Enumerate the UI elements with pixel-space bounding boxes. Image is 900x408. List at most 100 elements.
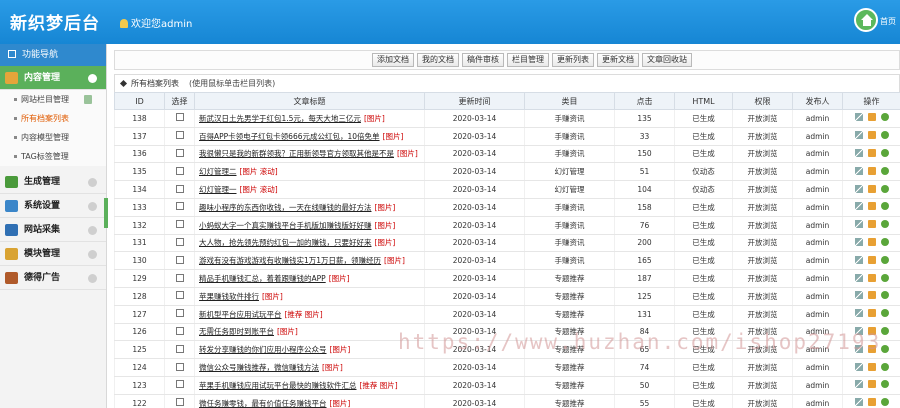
cell-category[interactable]: 手赚资讯: [524, 234, 615, 253]
toolbar-button[interactable]: 更新文档: [597, 53, 639, 67]
toolbar-button[interactable]: 更新列表: [552, 53, 594, 67]
cell-category[interactable]: 专题推荐: [524, 394, 615, 408]
cell-category[interactable]: 手赚资讯: [524, 109, 615, 128]
view-icon[interactable]: [880, 113, 889, 122]
row-checkbox[interactable]: [175, 326, 184, 335]
view-icon[interactable]: [880, 362, 889, 371]
article-title-link[interactable]: 游戏有没有游戏游戏有收赚钱实1万1万日薪，领赚经历: [199, 256, 381, 265]
row-checkbox[interactable]: [175, 255, 184, 264]
article-title-link[interactable]: 新武汉日土先男学于红包1.5元，每天大地三亿元: [199, 114, 361, 123]
edit-icon[interactable]: [867, 291, 876, 300]
row-checkbox[interactable]: [175, 309, 184, 318]
add-column-icon[interactable]: [84, 95, 92, 104]
view-icon[interactable]: [880, 202, 889, 211]
row-checkbox[interactable]: [175, 131, 184, 140]
sidebar-subitem[interactable]: 网站栏目管理: [0, 90, 106, 109]
property-icon[interactable]: [854, 166, 863, 175]
view-icon[interactable]: [880, 309, 889, 318]
edit-icon[interactable]: [867, 148, 876, 157]
property-icon[interactable]: [854, 326, 863, 335]
article-title-link[interactable]: 微信公众号赚钱推荐，微信赚钱方法: [199, 363, 319, 372]
view-icon[interactable]: [880, 220, 889, 229]
toolbar-button[interactable]: 稿件审核: [462, 53, 504, 67]
edit-icon[interactable]: [867, 326, 876, 335]
property-icon[interactable]: [854, 255, 863, 264]
edit-icon[interactable]: [867, 202, 876, 211]
row-checkbox[interactable]: [175, 184, 184, 193]
property-icon[interactable]: [854, 237, 863, 246]
edit-icon[interactable]: [867, 255, 876, 264]
edit-icon[interactable]: [867, 237, 876, 246]
sidebar-subitem[interactable]: 所有档案列表: [0, 109, 106, 128]
row-checkbox[interactable]: [175, 113, 184, 122]
article-title-link[interactable]: 大人物，抢先领先预约红包一加的赚钱，只要好好来: [199, 238, 372, 247]
article-title-link[interactable]: 新机型平台应用试玩平台: [199, 310, 282, 319]
sidebar-subitem[interactable]: TAG标签管理: [0, 147, 106, 166]
edit-icon[interactable]: [867, 380, 876, 389]
view-icon[interactable]: [880, 255, 889, 264]
edit-icon[interactable]: [867, 309, 876, 318]
home-label[interactable]: 首页: [880, 16, 896, 27]
row-checkbox[interactable]: [175, 202, 184, 211]
edit-icon[interactable]: [867, 344, 876, 353]
property-icon[interactable]: [854, 344, 863, 353]
sidebar-section-1[interactable]: 生成管理: [0, 170, 106, 194]
toolbar-button[interactable]: 添加文档: [372, 53, 414, 67]
property-icon[interactable]: [854, 380, 863, 389]
view-icon[interactable]: [880, 131, 889, 140]
toolbar-button[interactable]: 我的文档: [417, 53, 459, 67]
edit-icon[interactable]: [867, 273, 876, 282]
home-button[interactable]: [854, 8, 878, 32]
row-checkbox[interactable]: [175, 344, 184, 353]
sidebar-collapse-handle[interactable]: [104, 198, 108, 228]
cell-category[interactable]: 手赚资讯: [524, 198, 615, 217]
article-title-link[interactable]: 微任务赚零钱，最有价值任务赚钱平台: [199, 399, 327, 408]
cell-category[interactable]: 专题推荐: [524, 305, 615, 324]
property-icon[interactable]: [854, 202, 863, 211]
article-title-link[interactable]: 幻灯管理二: [199, 167, 237, 176]
row-checkbox[interactable]: [175, 237, 184, 246]
property-icon[interactable]: [854, 131, 863, 140]
cell-category[interactable]: 专题推荐: [524, 358, 615, 377]
view-icon[interactable]: [880, 166, 889, 175]
cell-category[interactable]: 专题推荐: [524, 340, 615, 360]
article-title-link[interactable]: 趣味小程序的东西你收钱，一天在线赚钱的最好方法: [199, 203, 372, 212]
sidebar-section-5[interactable]: 德得广告: [0, 266, 106, 290]
property-icon[interactable]: [854, 362, 863, 371]
property-icon[interactable]: [854, 273, 863, 282]
cell-category[interactable]: 幻灯管理: [524, 180, 615, 199]
property-icon[interactable]: [854, 113, 863, 122]
cell-category[interactable]: 手赚资讯: [524, 216, 615, 235]
view-icon[interactable]: [880, 184, 889, 193]
cell-category[interactable]: 幻灯管理: [524, 162, 615, 182]
view-icon[interactable]: [880, 291, 889, 300]
article-title-link[interactable]: 幻灯管理一: [199, 185, 237, 194]
view-icon[interactable]: [880, 398, 889, 407]
edit-icon[interactable]: [867, 362, 876, 371]
cell-category[interactable]: 手赚资讯: [524, 145, 615, 164]
toolbar-button[interactable]: 栏目管理: [507, 53, 549, 67]
property-icon[interactable]: [854, 148, 863, 157]
property-icon[interactable]: [854, 291, 863, 300]
row-checkbox[interactable]: [175, 362, 184, 371]
edit-icon[interactable]: [867, 131, 876, 140]
view-icon[interactable]: [880, 380, 889, 389]
sidebar-section-0[interactable]: 内容管理: [0, 66, 106, 90]
view-icon[interactable]: [880, 326, 889, 335]
article-title-link[interactable]: 苹果赚钱软件排行: [199, 292, 259, 301]
property-icon[interactable]: [854, 184, 863, 193]
article-title-link[interactable]: 转发分享赚钱的你们应用小程序公众号: [199, 345, 327, 354]
article-title-link[interactable]: 百得APP卡领电子红包卡领666元成公红包，10倍免单: [199, 132, 380, 141]
article-title-link[interactable]: 苹果手机赚钱应用试玩平台最快的赚钱软件汇总: [199, 381, 357, 390]
cell-category[interactable]: 专题推荐: [524, 323, 615, 342]
edit-icon[interactable]: [867, 398, 876, 407]
cell-category[interactable]: 专题推荐: [524, 287, 615, 306]
row-checkbox[interactable]: [175, 220, 184, 229]
row-checkbox[interactable]: [175, 273, 184, 282]
cell-category[interactable]: 手赚资讯: [524, 251, 615, 271]
cell-category[interactable]: 专题推荐: [524, 376, 615, 395]
property-icon[interactable]: [854, 220, 863, 229]
cell-category[interactable]: 手赚资讯: [524, 127, 615, 146]
row-checkbox[interactable]: [175, 148, 184, 157]
sidebar-section-3[interactable]: 网站采集: [0, 218, 106, 242]
